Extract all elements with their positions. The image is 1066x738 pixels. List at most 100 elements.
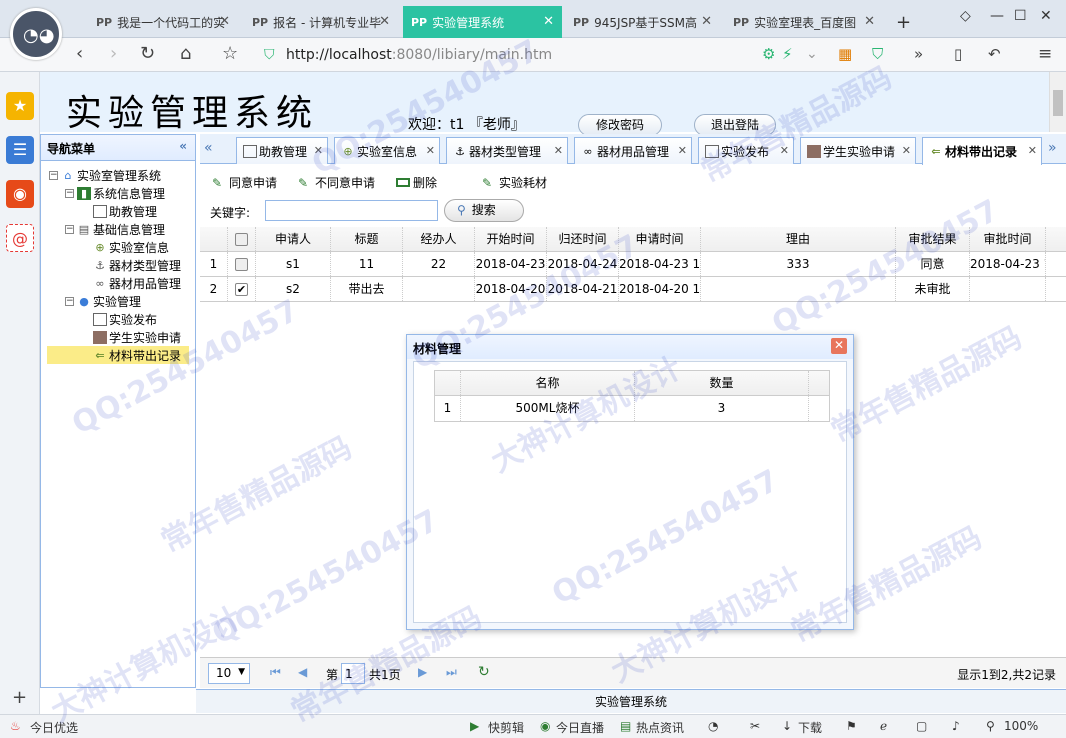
last-page-icon[interactable]: ⏭ bbox=[446, 665, 457, 680]
minus-icon[interactable]: − bbox=[49, 170, 58, 180]
new-tab-button[interactable]: + bbox=[888, 6, 918, 38]
change-password-button[interactable]: 修改密码 bbox=[578, 114, 662, 136]
page-scrollbar[interactable] bbox=[1049, 72, 1066, 132]
weibo-icon[interactable]: ◉ bbox=[6, 180, 34, 208]
table-row[interactable]: 2 ✔ s2 带出去 2018-04-20 2018-04-21 2018-04… bbox=[200, 277, 1066, 302]
table-row[interactable]: 1 500ML烧杯 3 bbox=[435, 396, 829, 421]
refresh-icon[interactable]: ↻ bbox=[478, 664, 490, 680]
close-icon[interactable]: ✕ bbox=[219, 14, 230, 29]
menu-icon[interactable]: ≡ bbox=[1038, 44, 1052, 64]
tree-group-basic[interactable]: − ▤ 基础信息管理 bbox=[65, 220, 165, 238]
row-checkbox[interactable]: ✔ bbox=[228, 277, 256, 301]
tab-lab-info[interactable]: ⊕ 实验室信息 ✕ bbox=[334, 137, 440, 164]
list-icon[interactable]: ☰ bbox=[6, 136, 34, 164]
keyword-input[interactable] bbox=[265, 200, 438, 221]
column-apply-time[interactable]: 申请时间 bbox=[619, 227, 701, 251]
mail-icon[interactable]: @ bbox=[6, 224, 34, 252]
tree-group-experiment[interactable]: − ● 实验管理 bbox=[65, 292, 141, 310]
tab-student-application[interactable]: 学生实验申请 ✕ bbox=[800, 137, 916, 164]
chevron-down-icon[interactable]: ⌄ bbox=[806, 44, 818, 64]
column-name[interactable]: 名称 bbox=[461, 371, 635, 395]
sidebar-item-material-out[interactable]: ⇐ 材料带出记录 bbox=[47, 346, 189, 364]
browser-tab-5[interactable]: PP 实验室理表_百度图 ✕ bbox=[725, 6, 883, 38]
close-icon[interactable]: ✕ bbox=[780, 144, 789, 157]
tab-scroll-right-icon[interactable]: » bbox=[1048, 140, 1057, 156]
user-avatar[interactable]: ◔◕ bbox=[10, 8, 62, 60]
refresh-icon[interactable]: ↻ bbox=[140, 44, 155, 64]
close-icon[interactable]: ✕ bbox=[678, 144, 687, 157]
favorites-icon[interactable]: ★ bbox=[6, 92, 34, 120]
sidebar-item-assistant[interactable]: 助教管理 bbox=[93, 202, 157, 220]
browser-tab-4[interactable]: PP 945JSP基于SSM高 ✕ bbox=[565, 6, 720, 38]
page-number-input[interactable] bbox=[341, 663, 365, 684]
browser-tab-2[interactable]: PP 报名 - 计算机专业毕 ✕ bbox=[244, 6, 398, 38]
tree-root[interactable]: − ⌂ 实验室管理系统 bbox=[49, 166, 161, 184]
add-icon[interactable]: + bbox=[12, 687, 27, 708]
undo-icon[interactable]: ↶ bbox=[988, 44, 1001, 64]
agree-button[interactable]: ✎ 同意申请 bbox=[212, 174, 277, 191]
lightning-icon[interactable]: ⚡ bbox=[782, 44, 793, 64]
browser-tab-1[interactable]: PP 我是一个代码工的实 ✕ bbox=[88, 6, 238, 38]
column-reason[interactable]: 理由 bbox=[701, 227, 896, 251]
close-icon[interactable]: ✕ bbox=[701, 14, 712, 29]
logout-button[interactable]: 退出登陆 bbox=[694, 114, 776, 136]
column-title[interactable]: 标题 bbox=[331, 227, 403, 251]
minus-icon[interactable]: − bbox=[65, 296, 74, 306]
tab-equipment-supplies[interactable]: ∞ 器材用品管理 ✕ bbox=[574, 137, 692, 164]
zoom-level[interactable]: 100% bbox=[1004, 719, 1038, 733]
close-icon[interactable]: ✕ bbox=[864, 14, 875, 29]
home-icon[interactable]: ⌂ bbox=[180, 44, 191, 64]
select-all-checkbox[interactable] bbox=[228, 227, 256, 251]
tab-equipment-type[interactable]: ⚓ 器材类型管理 ✕ bbox=[446, 137, 568, 164]
column-applicant[interactable]: 申请人 bbox=[256, 227, 331, 251]
close-icon[interactable]: ✕ bbox=[1028, 144, 1037, 157]
column-approval-time[interactable]: 审批时间 bbox=[970, 227, 1046, 251]
maximize-icon[interactable]: ☐ bbox=[1014, 8, 1027, 24]
minus-icon[interactable]: − bbox=[65, 188, 74, 198]
status-news[interactable]: 热点资讯 bbox=[636, 719, 684, 736]
close-window-icon[interactable]: ✕ bbox=[1040, 8, 1052, 24]
extension-icon[interactable]: ⚙ bbox=[762, 44, 775, 64]
url-text[interactable]: http://localhost:8080/libiary/main.htm bbox=[286, 47, 552, 63]
close-icon[interactable]: ✕ bbox=[314, 144, 323, 157]
star-icon[interactable]: ☆ bbox=[222, 44, 238, 64]
phone-icon[interactable]: ▯ bbox=[954, 44, 962, 64]
column-quantity[interactable]: 数量 bbox=[635, 371, 809, 395]
sidebar-item-equipment-supplies[interactable]: ∞ 器材用品管理 bbox=[93, 274, 181, 292]
more-icon[interactable]: » bbox=[914, 44, 923, 64]
status-today-pick[interactable]: 今日优选 bbox=[30, 719, 78, 736]
row-checkbox[interactable] bbox=[228, 252, 256, 276]
close-icon[interactable]: ✕ bbox=[426, 144, 435, 157]
apps-icon[interactable]: ▦ bbox=[838, 44, 852, 64]
column-return-time[interactable]: 归还时间 bbox=[547, 227, 619, 251]
window-icon[interactable]: ▢ bbox=[916, 719, 927, 733]
tree-group-system[interactable]: − ▮ 系统信息管理 bbox=[65, 184, 165, 202]
flag-icon[interactable]: ⚑ bbox=[846, 719, 857, 733]
speed-icon[interactable]: ◔ bbox=[708, 719, 718, 733]
first-page-icon[interactable]: ⏮ bbox=[270, 665, 281, 680]
close-icon[interactable]: ✕ bbox=[831, 338, 847, 354]
close-icon[interactable]: ✕ bbox=[543, 14, 554, 29]
page-size-select[interactable]: 10 ▼ bbox=[208, 663, 250, 684]
volume-icon[interactable]: ♪ bbox=[952, 719, 960, 733]
sidebar-item-equipment-type[interactable]: ⚓ 器材类型管理 bbox=[93, 256, 181, 274]
sidebar-item-lab-info[interactable]: ⊕ 实验室信息 bbox=[93, 238, 169, 256]
tab-assistant[interactable]: 助教管理 ✕ bbox=[236, 137, 328, 164]
tab-material-out[interactable]: ⇐ 材料带出记录 ✕ bbox=[922, 137, 1042, 165]
column-handler[interactable]: 经办人 bbox=[403, 227, 475, 251]
column-approval-result[interactable]: 审批结果 bbox=[896, 227, 970, 251]
sidebar-item-student-application[interactable]: 学生实验申请 bbox=[93, 328, 181, 346]
collapse-icon[interactable]: « bbox=[179, 139, 187, 153]
delete-button[interactable]: 删除 bbox=[396, 174, 437, 191]
status-quick-edit[interactable]: 快剪辑 bbox=[488, 719, 524, 736]
shield-icon[interactable]: ⛉ bbox=[872, 44, 883, 64]
minimize-icon[interactable]: — bbox=[990, 8, 1004, 24]
close-icon[interactable]: ✕ bbox=[379, 14, 390, 29]
table-row[interactable]: 1 s1 11 22 2018-04-23 2018-04-24 2018-04… bbox=[200, 252, 1066, 277]
sidebar-item-experiment-publish[interactable]: 实验发布 bbox=[93, 310, 157, 328]
ie-icon[interactable]: ℯ bbox=[880, 719, 887, 733]
skin-icon[interactable]: ◇ bbox=[960, 8, 971, 24]
close-icon[interactable]: ✕ bbox=[902, 144, 911, 157]
next-page-icon[interactable]: ▶ bbox=[418, 665, 427, 679]
forward-icon[interactable]: › bbox=[110, 44, 117, 64]
